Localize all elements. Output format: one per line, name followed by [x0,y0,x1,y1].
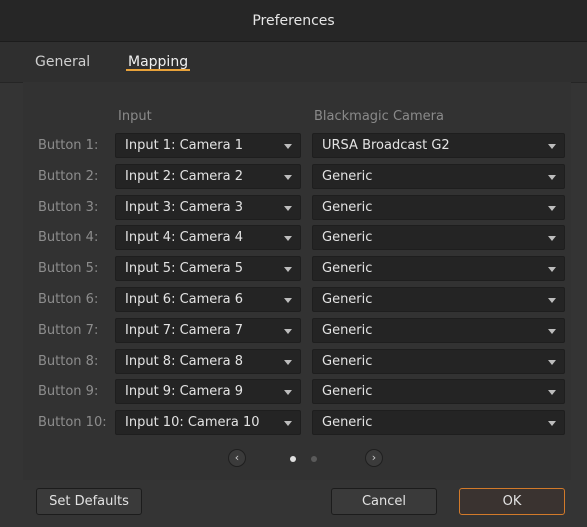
cancel-button[interactable]: Cancel [331,488,437,515]
chevron-down-icon [548,298,556,303]
button-9-camera-select[interactable]: Generic [312,379,565,404]
chevron-down-icon [284,298,292,303]
previous-page-button[interactable]: ‹ [228,449,246,467]
camera-select-value: Generic [322,200,373,215]
window-title: Preferences [0,0,587,42]
button-8-input-select[interactable]: Input 8: Camera 8 [115,349,301,374]
camera-select-value: Generic [322,384,373,399]
button-6-label: Button 6: [38,292,99,307]
button-9-input-select[interactable]: Input 9: Camera 9 [115,379,301,404]
chevron-down-icon [284,329,292,334]
camera-select-value: URSA Broadcast G2 [322,138,450,153]
ok-button[interactable]: OK [459,488,565,515]
button-5-camera-select[interactable]: Generic [312,256,565,281]
chevron-down-icon [548,329,556,334]
input-select-value: Input 10: Camera 10 [125,415,260,430]
button-8-label: Button 8: [38,354,99,369]
button-2-input-select[interactable]: Input 2: Camera 2 [115,164,301,189]
camera-select-value: Generic [322,323,373,338]
preferences-window: Preferences General Mapping Input Blackm… [0,0,587,527]
button-1-camera-select[interactable]: URSA Broadcast G2 [312,133,565,158]
button-10-input-select[interactable]: Input 10: Camera 10 [115,410,301,435]
chevron-down-icon [548,236,556,241]
camera-select-value: Generic [322,415,373,430]
chevron-down-icon [284,144,292,149]
input-select-value: Input 6: Camera 6 [125,292,243,307]
button-10-camera-select[interactable]: Generic [312,410,565,435]
tab-mapping[interactable]: Mapping [126,42,191,82]
chevron-down-icon [284,390,292,395]
page-dot-1[interactable] [290,456,296,462]
set-defaults-button[interactable]: Set Defaults [36,488,142,515]
button-2-label: Button 2: [38,169,99,184]
input-select-value: Input 7: Camera 7 [125,323,243,338]
chevron-down-icon [548,360,556,365]
button-3-label: Button 3: [38,200,99,215]
camera-select-value: Generic [322,261,373,276]
chevron-down-icon [284,175,292,180]
camera-select-value: Generic [322,230,373,245]
input-select-value: Input 8: Camera 8 [125,354,243,369]
button-6-camera-select[interactable]: Generic [312,287,565,312]
chevron-down-icon [284,421,292,426]
chevron-down-icon [548,175,556,180]
chevron-down-icon [548,390,556,395]
tab-bar: General Mapping [0,42,587,83]
chevron-down-icon [284,360,292,365]
camera-select-value: Generic [322,354,373,369]
button-6-input-select[interactable]: Input 6: Camera 6 [115,287,301,312]
chevron-left-icon: ‹ [234,451,240,464]
chevron-down-icon [284,236,292,241]
button-4-input-select[interactable]: Input 4: Camera 4 [115,225,301,250]
button-5-label: Button 5: [38,261,99,276]
input-column-header: Input [118,109,152,124]
button-3-camera-select[interactable]: Generic [312,195,565,220]
input-select-value: Input 5: Camera 5 [125,261,243,276]
chevron-down-icon [548,421,556,426]
input-select-value: Input 3: Camera 3 [125,200,243,215]
chevron-down-icon [284,206,292,211]
button-5-input-select[interactable]: Input 5: Camera 5 [115,256,301,281]
button-4-label: Button 4: [38,230,99,245]
camera-column-header: Blackmagic Camera [314,109,444,124]
button-9-label: Button 9: [38,384,99,399]
chevron-down-icon [548,267,556,272]
next-page-button[interactable]: › [365,449,383,467]
button-7-input-select[interactable]: Input 7: Camera 7 [115,318,301,343]
tab-mapping-label: Mapping [128,54,189,70]
button-8-camera-select[interactable]: Generic [312,349,565,374]
camera-select-value: Generic [322,292,373,307]
chevron-down-icon [548,206,556,211]
button-2-camera-select[interactable]: Generic [312,164,565,189]
button-10-label: Button 10: [38,415,107,430]
active-tab-indicator [126,69,191,71]
chevron-down-icon [548,144,556,149]
input-select-value: Input 9: Camera 9 [125,384,243,399]
camera-select-value: Generic [322,169,373,184]
input-select-value: Input 1: Camera 1 [125,138,243,153]
input-select-value: Input 2: Camera 2 [125,169,243,184]
tab-general[interactable]: General [35,42,90,82]
chevron-right-icon: › [371,451,377,464]
button-1-input-select[interactable]: Input 1: Camera 1 [115,133,301,158]
button-1-label: Button 1: [38,138,99,153]
button-7-label: Button 7: [38,323,99,338]
chevron-down-icon [284,267,292,272]
button-3-input-select[interactable]: Input 3: Camera 3 [115,195,301,220]
button-4-camera-select[interactable]: Generic [312,225,565,250]
input-select-value: Input 4: Camera 4 [125,230,243,245]
button-7-camera-select[interactable]: Generic [312,318,565,343]
page-dot-2[interactable] [311,456,317,462]
